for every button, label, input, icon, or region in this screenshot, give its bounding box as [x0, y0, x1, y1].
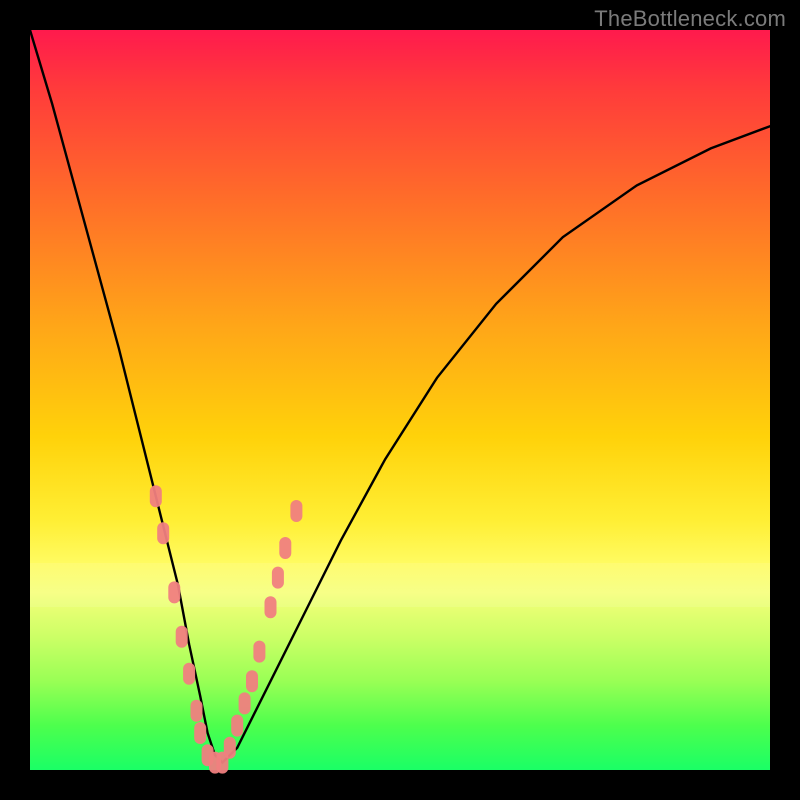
marker-point [183, 663, 195, 685]
marker-point [265, 596, 277, 618]
chart-frame: TheBottleneck.com [0, 0, 800, 800]
watermark-text: TheBottleneck.com [594, 6, 786, 32]
marker-point [176, 626, 188, 648]
marker-point [224, 737, 236, 759]
marker-group [150, 485, 303, 773]
marker-point [231, 715, 243, 737]
marker-point [168, 581, 180, 603]
marker-point [246, 670, 258, 692]
marker-point [239, 692, 251, 714]
chart-svg [30, 30, 770, 770]
marker-point [272, 567, 284, 589]
plot-area [30, 30, 770, 770]
marker-point [290, 500, 302, 522]
marker-point [191, 700, 203, 722]
bottleneck-curve [30, 30, 770, 763]
marker-point [279, 537, 291, 559]
marker-point [157, 522, 169, 544]
marker-point [194, 722, 206, 744]
marker-point [150, 485, 162, 507]
marker-point [253, 641, 265, 663]
